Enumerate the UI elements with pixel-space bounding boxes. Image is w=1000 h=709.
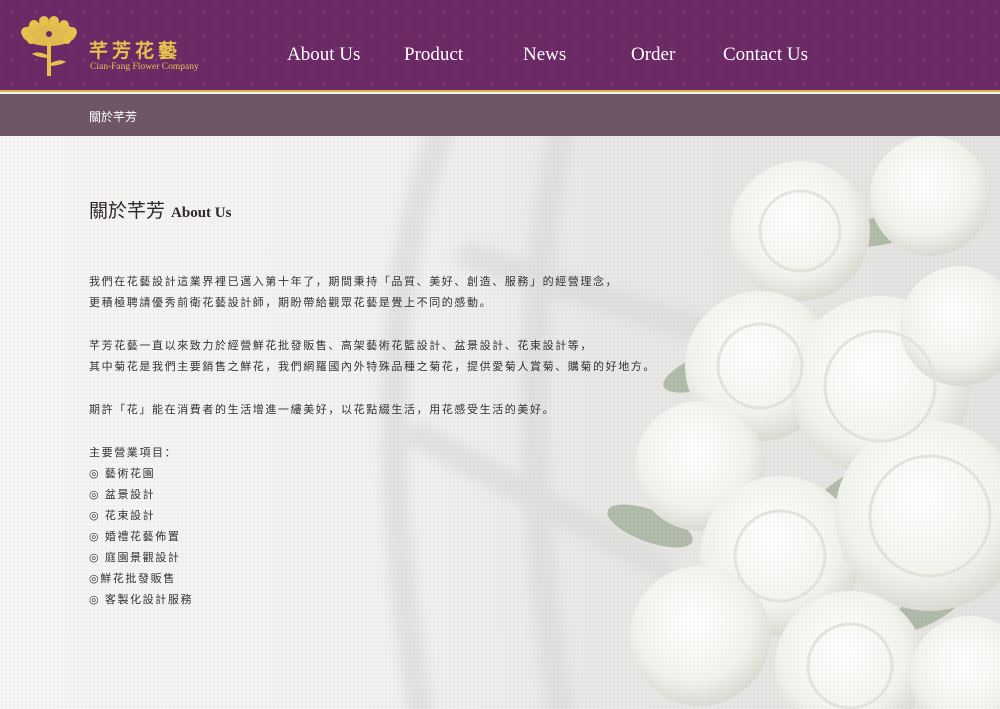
nav-order[interactable]: Order [631,44,675,66]
page-title: 關於芊芳 About Us [89,196,709,223]
services-section: 主要營業項目： ◎ 藝術花園 ◎ 盆景設計 ◎ 花束設計 ◎ 婚禮花藝佈置 ◎ … [89,443,729,611]
services-title: 主要營業項目： [89,447,178,459]
nav-news[interactable]: News [523,44,566,66]
paragraph-line: 更積極聘請優秀前衛花藝設計師，期盼帶給觀眾花藝是覺上不同的感動。 [89,297,493,309]
breadcrumb: 關於芊芳 [89,110,138,124]
intro-paragraph-1: 我們在花藝設計這業界裡已邁入第十年了，期間秉持「品質、美好、創造、服務」的經營理… [89,272,729,314]
nav-contact-us[interactable]: Contact Us [723,44,808,66]
site-header: 芊芳花藝 Cian-Fang Flower Company About Us P… [0,0,1000,92]
list-item: ◎ 庭園景觀設計 [89,552,181,564]
paragraph-line: 芊芳花藝一直以來致力於經營鮮花批發販售、高架藝術花籃設計、盆景設計、花束設計等， [89,340,593,352]
page-title-en: About Us [171,205,232,221]
paragraph-line: 我們在花藝設計這業界裡已邁入第十年了，期間秉持「品質、美好、創造、服務」的經營理… [89,276,619,288]
paragraph-line: 其中菊花是我們主要銷售之鮮花，我們網羅國內外特殊品種之菊花，提供愛菊人賞菊、購菊… [89,361,656,373]
list-item: ◎ 婚禮花藝佈置 [89,531,181,543]
main-nav: About Us Product News Order Contact Us [0,44,1000,74]
services-list: ◎ 藝術花園 ◎ 盆景設計 ◎ 花束設計 ◎ 婚禮花藝佈置 ◎ 庭園景觀設計 ◎… [89,464,729,611]
list-item: ◎鮮花批發販售 [89,573,176,585]
paragraph-line: 期許「花」能在消費者的生活增進一縷美好，以花點綴生活，用花感受生活的美好。 [89,404,556,416]
list-item: ◎ 藝術花園 [89,468,156,480]
page-title-cn: 關於芊芳 [89,200,166,222]
list-item: ◎ 客製化設計服務 [89,594,194,606]
nav-about-us[interactable]: About Us [287,44,360,66]
breadcrumb-bar: 關於芊芳 [0,94,1000,136]
intro-paragraph-2: 芊芳花藝一直以來致力於經營鮮花批發販售、高架藝術花籃設計、盆景設計、花束設計等，… [89,336,729,378]
list-item: ◎ 盆景設計 [89,489,156,501]
intro-paragraph-3: 期許「花」能在消費者的生活增進一縷美好，以花點綴生活，用花感受生活的美好。 [89,400,729,421]
list-item: ◎ 花束設計 [89,510,156,522]
nav-product[interactable]: Product [404,44,463,66]
